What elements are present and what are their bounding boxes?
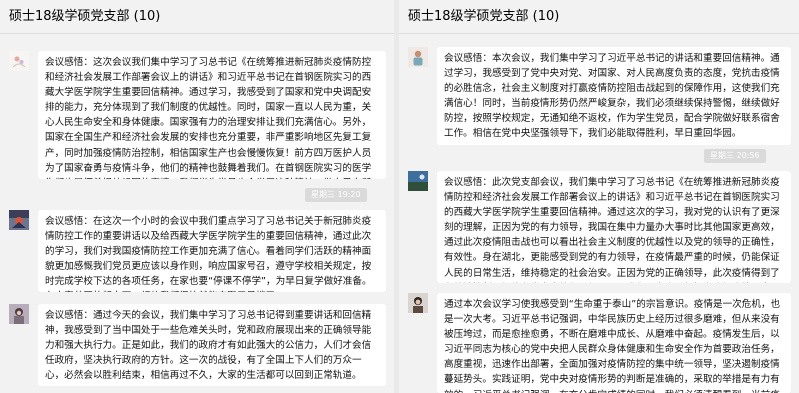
chat-title: 硕士18级学硕党支部 (10)	[399, 0, 799, 34]
message-bubble: 会议感悟：此次党支部会议，我们集中学习了习总书记《在统筹推进新冠肺炎疫情防控和经…	[437, 171, 791, 283]
message-item: 通过本次会议学习使我感受到“生命重于泰山”的宗旨意识。疫情是一次危机，也是一次大…	[408, 293, 791, 393]
message-bubble: 会议感悟：这次会议我们集中学习了习总书记《在统筹推进新冠肺炎疫情防控和经济社会发…	[38, 51, 386, 179]
avatar[interactable]	[9, 210, 29, 230]
avatar[interactable]	[9, 51, 29, 71]
message-item: 会议感悟：这次会议我们集中学习了习总书记《在统筹推进新冠肺炎疫情防控和经济社会发…	[9, 51, 386, 179]
message-item: 会议感悟：在这次一个小时的会议中我们重点学习了习总书记关于新冠肺炎疫情防控工作的…	[9, 210, 386, 292]
avatar[interactable]	[9, 304, 29, 324]
message-bubble: 会议感悟：在这次一个小时的会议中我们重点学习了习总书记关于新冠肺炎疫情防控工作的…	[38, 210, 386, 292]
chat-panel-left: 硕士18级学硕党支部 (10) 会议感悟：这次会议我们集中学习了习总书记《在统筹…	[0, 0, 394, 393]
timestamp: 星期三 20:56	[704, 149, 766, 163]
message-bubble: 会议感悟：本次会议，我们集中学习了习近平总书记的讲话和重要回信精神。通过学习，我…	[437, 47, 791, 145]
message-item: 会议感悟：通过今天的会议，我们集中学习了习总书记得到重要讲话和回信精神，我感受到…	[9, 304, 386, 386]
message-bubble: 会议感悟：通过今天的会议，我们集中学习了习总书记得到重要讲话和回信精神，我感受到…	[38, 304, 386, 386]
timestamp: 星期三 19:20	[305, 188, 367, 202]
avatar[interactable]	[408, 171, 428, 191]
message-item: 会议感悟：本次会议，我们集中学习了习近平总书记的讲话和重要回信精神。通过学习，我…	[408, 47, 791, 145]
message-item: 会议感悟：此次党支部会议，我们集中学习了习总书记《在统筹推进新冠肺炎疫情防控和经…	[408, 171, 791, 283]
message-bubble: 通过本次会议学习使我感受到“生命重于泰山”的宗旨意识。疫情是一次危机，也是一次大…	[437, 293, 791, 393]
chat-split-view: 硕士18级学硕党支部 (10) 会议感悟：这次会议我们集中学习了习总书记《在统筹…	[0, 0, 799, 393]
chat-title: 硕士18级学硕党支部 (10)	[0, 0, 394, 34]
avatar[interactable]	[408, 47, 428, 67]
chat-panel-right: 硕士18级学硕党支部 (10) 会议感悟：本次会议，我们集中学习了习近平总书记的…	[399, 0, 799, 393]
avatar[interactable]	[408, 293, 428, 313]
